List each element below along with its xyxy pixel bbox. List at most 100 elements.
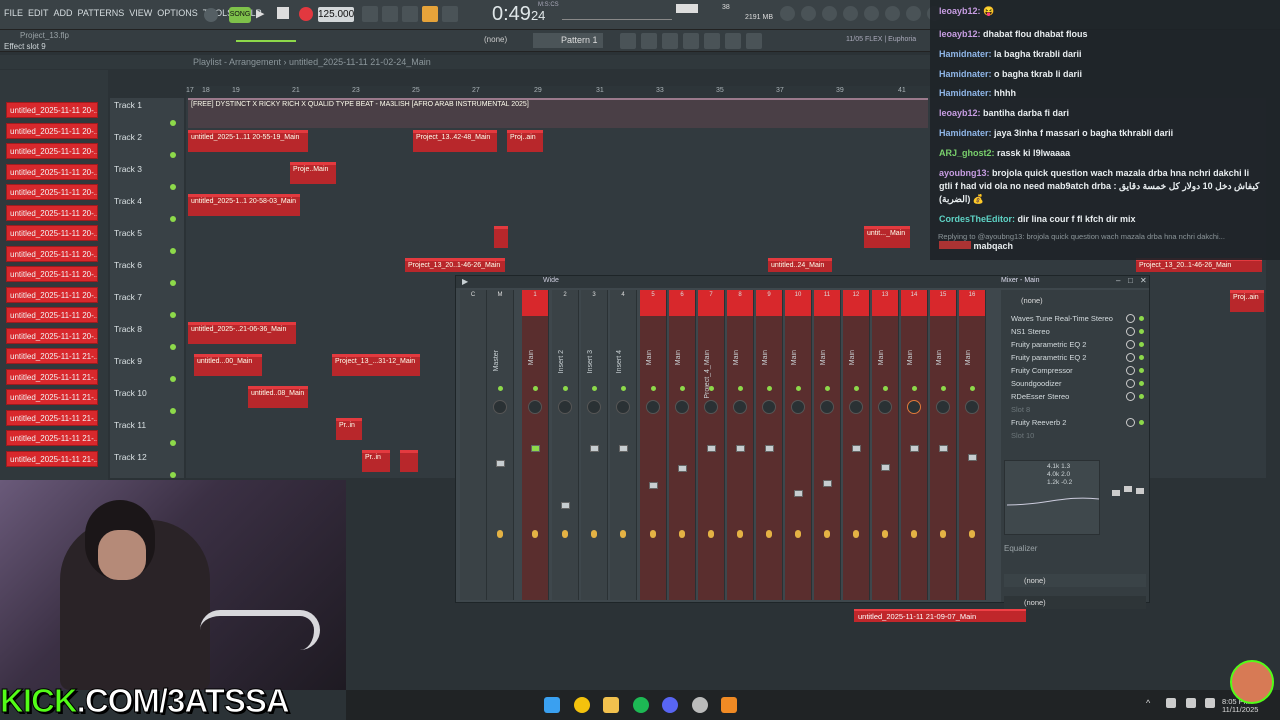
menu-patterns[interactable]: PATTERNS — [78, 8, 125, 18]
strip-enable-dot[interactable] — [970, 386, 975, 391]
track-mute-dot[interactable] — [170, 472, 176, 478]
output-select[interactable]: (none) — [1004, 574, 1146, 587]
fx-enable-dot[interactable] — [1139, 394, 1144, 399]
pattern-item[interactable]: untitled_2025-11-11 21-... — [6, 348, 98, 364]
audio-clip[interactable]: Project_13..42-48_Main — [413, 130, 497, 152]
stereo-sep-icon[interactable] — [795, 530, 801, 538]
eq-fader[interactable] — [1112, 490, 1120, 496]
audio-clip[interactable] — [400, 450, 418, 472]
strip-enable-dot[interactable] — [680, 386, 685, 391]
audio-clip[interactable]: [FREE] DYSTINCT X RICKY RICH X QUALID TY… — [188, 98, 928, 128]
strip-enable-dot[interactable] — [563, 386, 568, 391]
pan-knob[interactable] — [820, 400, 834, 414]
refresh-icon[interactable] — [780, 6, 795, 21]
volume-fader[interactable] — [910, 445, 919, 452]
fx-slot[interactable]: Fruity Compressor — [1011, 366, 1073, 375]
network-icon[interactable] — [1166, 698, 1176, 708]
spotify-icon[interactable] — [633, 697, 649, 713]
pattern-item[interactable]: untitled_2025-11-11 20-... — [6, 246, 98, 262]
pattern-item[interactable]: untitled_2025-11-11 21-... — [6, 410, 98, 426]
metronome-icon[interactable] — [204, 8, 218, 22]
download-icon[interactable] — [801, 6, 816, 21]
fx-slot[interactable]: NS1 Stereo — [1011, 327, 1050, 336]
volume-fader[interactable] — [736, 445, 745, 452]
pattern-item[interactable]: untitled_2025-11-11 20-... — [6, 307, 98, 323]
pattern-item[interactable]: untitled_2025-11-11 21-... — [6, 389, 98, 405]
song-mode-button[interactable]: SONG — [229, 7, 251, 23]
mixer-strip[interactable]: 9 Main — [756, 290, 783, 600]
chrome-icon[interactable] — [574, 697, 590, 713]
pan-knob[interactable] — [616, 400, 630, 414]
fx-enable-dot[interactable] — [1139, 420, 1144, 425]
audio-clip[interactable]: Project_13_20..1-46-26_Main — [1136, 258, 1262, 272]
plugin-icon[interactable] — [725, 33, 741, 49]
audio-clip[interactable]: untitled..08_Main — [248, 386, 308, 408]
pan-knob[interactable] — [528, 400, 542, 414]
pan-knob[interactable] — [849, 400, 863, 414]
track-mute-dot[interactable] — [170, 408, 176, 414]
pan-knob[interactable] — [558, 400, 572, 414]
fx-enable-dot[interactable] — [1139, 381, 1144, 386]
strip-enable-dot[interactable] — [709, 386, 714, 391]
menu-add[interactable]: ADD — [54, 8, 73, 18]
pan-knob[interactable] — [791, 400, 805, 414]
audio-clip[interactable]: untitled_2025-1..11 20-55-19_Main — [188, 130, 308, 152]
blend-icon[interactable] — [382, 6, 398, 22]
fx-slot[interactable]: Waves Tune Real-Time Stereo — [1011, 314, 1113, 323]
step-icon[interactable] — [402, 6, 418, 22]
mixer-strip[interactable]: 10 Main — [785, 290, 812, 600]
stereo-sep-icon[interactable] — [650, 530, 656, 538]
pattern-item[interactable]: untitled_2025-11-11 21-... — [6, 430, 98, 446]
help-icon[interactable] — [864, 6, 879, 21]
fx-slot[interactable]: Fruity parametric EQ 2 — [1011, 340, 1086, 349]
audio-clip[interactable]: Proje..Main — [290, 162, 336, 184]
fx-slot[interactable]: RDeEsser Stereo — [1011, 392, 1069, 401]
pan-knob[interactable] — [762, 400, 776, 414]
menu-options[interactable]: OPTIONS — [157, 8, 198, 18]
mixer-strip[interactable]: 5 Main — [640, 290, 667, 600]
strip-enable-dot[interactable] — [738, 386, 743, 391]
strip-enable-dot[interactable] — [651, 386, 656, 391]
fx-mix-knob[interactable] — [1126, 353, 1135, 362]
stereo-sep-icon[interactable] — [591, 530, 597, 538]
audio-clip[interactable]: Proj..ain — [1230, 290, 1264, 312]
strip-enable-dot[interactable] — [941, 386, 946, 391]
mixer-strip[interactable]: 15 Main — [930, 290, 957, 600]
mixer-strip[interactable]: 4 Insert 4 — [610, 290, 637, 600]
volume-fader[interactable] — [619, 445, 628, 452]
track-label[interactable]: Track 9 — [114, 356, 142, 366]
stereo-sep-icon[interactable] — [969, 530, 975, 538]
menu-view[interactable]: VIEW — [129, 8, 152, 18]
pan-knob[interactable] — [907, 400, 921, 414]
mixer-strip[interactable]: 11 Main — [814, 290, 841, 600]
master-pitch-slider[interactable] — [562, 8, 672, 20]
track-label[interactable]: Track 6 — [114, 260, 142, 270]
fx-enable-dot[interactable] — [1139, 316, 1144, 321]
track-label[interactable]: Track 11 — [114, 420, 146, 430]
mic-icon[interactable] — [822, 6, 837, 21]
eq-fader[interactable] — [1124, 486, 1132, 492]
pattern-item[interactable]: untitled_2025-11-11 20-... — [6, 123, 98, 139]
eq-faders[interactable] — [1106, 460, 1146, 535]
track-mute-dot[interactable] — [170, 216, 176, 222]
pan-knob[interactable] — [587, 400, 601, 414]
mixer-strip[interactable]: 7 Project_4_Main — [698, 290, 725, 600]
volume-fader[interactable] — [823, 480, 832, 487]
fx-enable-dot[interactable] — [1139, 368, 1144, 373]
track-mute-dot[interactable] — [170, 184, 176, 190]
pan-knob[interactable] — [675, 400, 689, 414]
volume-icon[interactable] — [1186, 698, 1196, 708]
strip-enable-dot[interactable] — [825, 386, 830, 391]
audio-clip[interactable]: Proj..ain — [507, 130, 543, 152]
mixer-strip[interactable]: M Master — [487, 290, 514, 600]
fx-slot[interactable]: Fruity Reeverb 2 — [1011, 418, 1066, 427]
mixer-strip[interactable]: 12 Main — [843, 290, 870, 600]
fx-enable-dot[interactable] — [1139, 355, 1144, 360]
mixer-strip[interactable]: 14 Main — [901, 290, 928, 600]
track-mute-dot[interactable] — [170, 440, 176, 446]
volume-fader[interactable] — [531, 445, 540, 452]
mixer-layout-label[interactable]: Wide — [543, 277, 559, 284]
windows-start-icon[interactable] — [544, 697, 560, 713]
track-label[interactable]: Track 2 — [114, 132, 142, 142]
loop-record-icon[interactable] — [442, 6, 458, 22]
